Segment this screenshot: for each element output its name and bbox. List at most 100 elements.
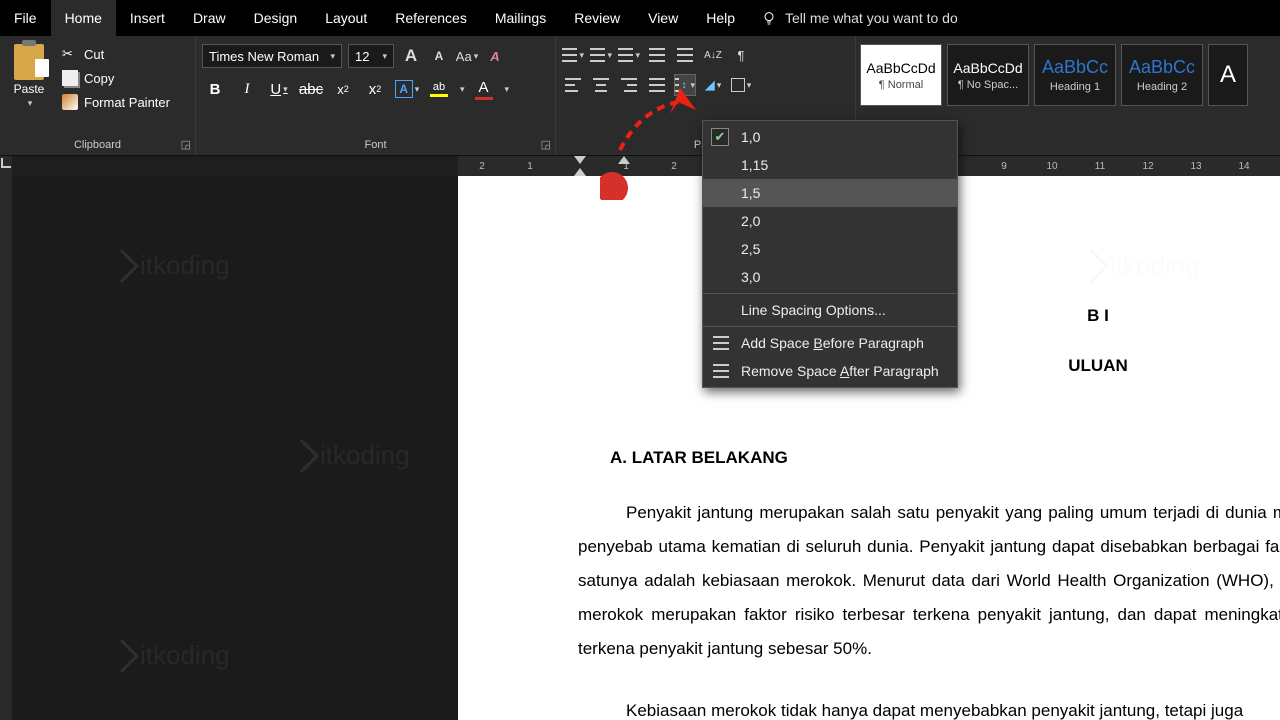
chevron-down-icon: ▾ (635, 50, 640, 61)
bullets-button[interactable]: ▾ (562, 44, 584, 66)
numbering-button[interactable]: ▾ (590, 44, 612, 66)
spacing-2-5[interactable]: 2,5 (703, 235, 957, 263)
eraser-icon: A (490, 49, 499, 64)
tab-view[interactable]: View (634, 0, 692, 36)
chevron-down-icon[interactable]: ▾ (505, 84, 510, 95)
style-title[interactable]: A (1208, 44, 1248, 106)
check-icon: ✔ (711, 128, 729, 146)
cut-button[interactable]: ✂Cut (58, 44, 174, 64)
menu-bar: File Home Insert Draw Design Layout Refe… (0, 0, 1280, 36)
chevron-down-icon: ▾ (283, 84, 288, 95)
spacing-2-0[interactable]: 2,0 (703, 207, 957, 235)
tab-help[interactable]: Help (692, 0, 749, 36)
style-normal[interactable]: AaBbCcDd¶ Normal (860, 44, 942, 106)
indent-icon (677, 48, 693, 62)
group-clipboard: Paste ▾ ✂Cut Copy Format Painter Clipboa… (0, 36, 196, 155)
font-name-combo[interactable]: Times New Roman▾ (202, 44, 342, 68)
spacing-1-15[interactable]: 1,15 (703, 151, 957, 179)
paste-button[interactable]: Paste ▾ (6, 40, 52, 109)
group-label-font: Font (202, 136, 549, 155)
grow-font-button[interactable]: A (400, 45, 422, 67)
borders-button[interactable]: ▾ (730, 74, 752, 96)
chevron-down-icon: ▾ (474, 51, 479, 62)
multilevel-button[interactable]: ▾ (618, 44, 640, 66)
shrink-font-button[interactable]: A (428, 45, 450, 67)
menu-separator (703, 293, 957, 294)
font-size-combo[interactable]: 12▾ (348, 44, 394, 68)
strikethrough-button[interactable]: abc (298, 76, 324, 102)
text-effects-icon: A (395, 80, 413, 98)
subscript-button[interactable]: x2 (330, 76, 356, 102)
doc-section-a: A. LATAR BELAKANG (610, 448, 1280, 468)
align-right-button[interactable] (618, 74, 640, 96)
first-line-indent-marker[interactable] (618, 154, 630, 166)
menu-separator (703, 326, 957, 327)
change-case-button[interactable]: Aa▾ (456, 45, 478, 67)
chevron-down-icon[interactable]: ▾ (460, 84, 465, 95)
chevron-down-icon: ▾ (579, 50, 584, 61)
decrease-indent-button[interactable] (646, 44, 668, 66)
font-launcher[interactable]: ◲ (541, 138, 551, 151)
tab-selector-icon[interactable] (1, 158, 11, 168)
chevron-down-icon: ▾ (717, 80, 722, 91)
chevron-down-icon: ▾ (382, 51, 387, 62)
paste-icon (14, 44, 44, 80)
tab-layout[interactable]: Layout (311, 0, 381, 36)
line-spacing-menu: ✔1,0 1,15 1,5 2,0 2,5 3,0 Line Spacing O… (702, 120, 958, 388)
brush-icon (62, 94, 78, 110)
tab-mailings[interactable]: Mailings (481, 0, 560, 36)
tab-design[interactable]: Design (240, 0, 312, 36)
copy-button[interactable]: Copy (58, 68, 174, 88)
add-space-before[interactable]: Add Space Before Paragraph (703, 329, 957, 357)
style-heading2[interactable]: AaBbCcHeading 2 (1121, 44, 1203, 106)
increase-indent-button[interactable] (674, 44, 696, 66)
spacing-3-0[interactable]: 3,0 (703, 263, 957, 291)
arrow-updown-icon: ↕ (681, 80, 686, 91)
document-area[interactable]: B I ULUAN A. LATAR BELAKANG Penyakit jan… (12, 176, 1280, 720)
scissors-icon: ✂ (62, 46, 78, 62)
sort-button[interactable]: A↓Z (702, 44, 724, 66)
highlight-button[interactable]: ab (426, 76, 452, 102)
vertical-ruler (0, 156, 12, 720)
bold-button[interactable]: B (202, 76, 228, 102)
font-color-button[interactable]: A (471, 76, 497, 102)
chevron-down-icon: ▾ (690, 80, 695, 91)
align-center-button[interactable] (590, 74, 612, 96)
remove-space-after[interactable]: Remove Space After Paragraph (703, 357, 957, 385)
text-effects-button[interactable]: A▾ (394, 76, 420, 102)
underline-button[interactable]: U▾ (266, 76, 292, 102)
align-center-icon (593, 78, 609, 92)
line-spacing-button[interactable]: ↕▾ (674, 74, 696, 96)
line-spacing-options[interactable]: Line Spacing Options... (703, 296, 957, 324)
clipboard-launcher[interactable]: ◲ (181, 138, 191, 151)
tab-insert[interactable]: Insert (116, 0, 179, 36)
paste-label: Paste (14, 82, 45, 96)
justify-icon (649, 78, 665, 92)
spacing-1-0[interactable]: ✔1,0 (703, 123, 957, 151)
tab-references[interactable]: References (381, 0, 481, 36)
superscript-button[interactable]: x2 (362, 76, 388, 102)
tab-draw[interactable]: Draw (179, 0, 240, 36)
show-marks-button[interactable]: ¶ (730, 44, 752, 66)
tab-file[interactable]: File (0, 0, 51, 36)
bullets-icon (562, 48, 577, 62)
tell-me-search[interactable]: Tell me what you want to do (761, 10, 958, 26)
italic-button[interactable]: I (234, 76, 260, 102)
ribbon: Paste ▾ ✂Cut Copy Format Painter Clipboa… (0, 36, 1280, 156)
chevron-down-icon: ▾ (607, 50, 612, 61)
tab-review[interactable]: Review (560, 0, 634, 36)
style-heading1[interactable]: AaBbCcHeading 1 (1034, 44, 1116, 106)
tab-home[interactable]: Home (51, 0, 116, 36)
justify-button[interactable] (646, 74, 668, 96)
format-painter-button[interactable]: Format Painter (58, 92, 174, 112)
align-left-button[interactable] (562, 74, 584, 96)
group-label-clipboard: Clipboard (6, 136, 189, 155)
style-no-spacing[interactable]: AaBbCcDd¶ No Spac... (947, 44, 1029, 106)
clear-formatting-button[interactable]: A (484, 45, 506, 67)
chevron-down-icon: ▾ (747, 80, 752, 91)
numbering-icon (590, 48, 605, 62)
shading-button[interactable]: ◢▾ (702, 74, 724, 96)
spacing-1-5[interactable]: 1,5 (703, 179, 957, 207)
copy-icon (62, 70, 78, 86)
tell-me-label: Tell me what you want to do (785, 10, 958, 26)
